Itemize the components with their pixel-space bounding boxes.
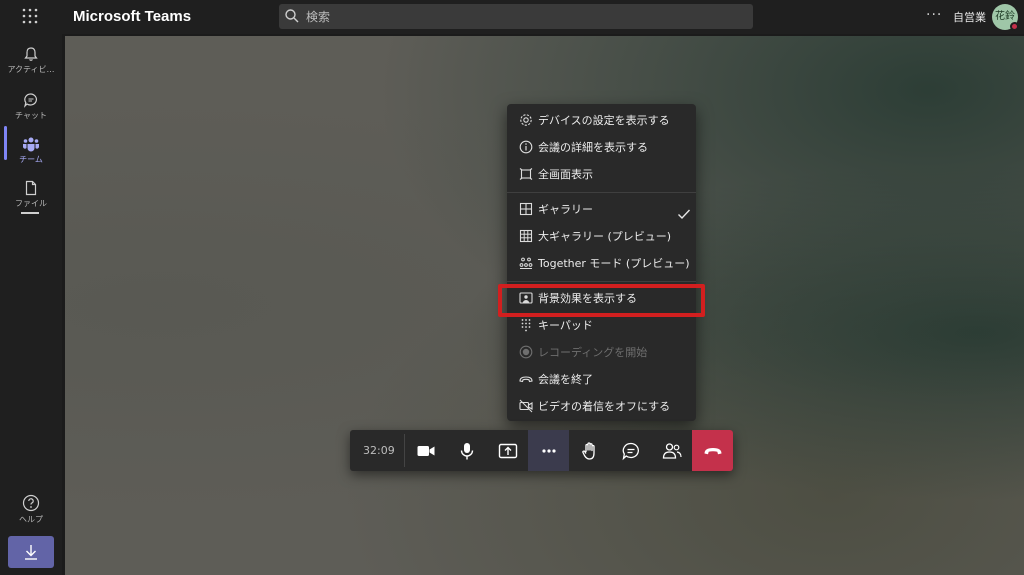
highlight-box bbox=[498, 284, 705, 317]
teams-icon bbox=[0, 136, 62, 152]
presence-badge bbox=[1010, 22, 1019, 31]
menu-separator bbox=[507, 192, 696, 193]
more-actions-menu: デバイスの設定を表示する 会議の詳細を表示する 全画面表示 ギャラリー 大ギャラ… bbox=[507, 104, 696, 421]
rail-item-files[interactable]: ファイル bbox=[0, 172, 62, 216]
rail-divider bbox=[21, 212, 39, 214]
app-rail: アクティビ… チャット チーム ファイル ヘルプ bbox=[0, 34, 62, 575]
title-bar: Microsoft Teams ··· 自営業 花鈴 bbox=[0, 0, 1024, 34]
menu-label-fullscreen: 全画面表示 bbox=[538, 168, 593, 181]
rail-label-help: ヘルプ bbox=[19, 515, 43, 524]
rail-label-teams: チーム bbox=[19, 155, 43, 164]
menu-item-start-recording: レコーディングを開始 bbox=[507, 339, 696, 365]
file-icon bbox=[0, 180, 62, 196]
menu-item-end-meeting[interactable]: 会議を終了 bbox=[507, 366, 696, 392]
more-options-icon[interactable]: ··· bbox=[926, 7, 942, 23]
app-launcher-icon[interactable] bbox=[22, 8, 40, 26]
app-title: Microsoft Teams bbox=[73, 8, 192, 25]
rail-label-chat: チャット bbox=[15, 111, 47, 120]
share-screen-button[interactable] bbox=[487, 430, 528, 471]
call-timer: 32:09 bbox=[363, 444, 395, 457]
menu-label-keypad: キーパッド bbox=[538, 319, 593, 332]
call-controls-bar: 32:09 bbox=[350, 430, 733, 471]
chat-button[interactable] bbox=[610, 430, 651, 471]
help-icon bbox=[0, 494, 62, 512]
rail-item-activity[interactable]: アクティビ… bbox=[0, 38, 62, 82]
avatar-initials: 花鈴 bbox=[995, 11, 1015, 22]
menu-label-large-gallery: 大ギャラリー (プレビュー) bbox=[538, 230, 672, 243]
camera-button[interactable] bbox=[405, 430, 446, 471]
download-button[interactable] bbox=[8, 536, 54, 568]
more-actions-button[interactable] bbox=[528, 430, 569, 471]
menu-label-start-recording: レコーディングを開始 bbox=[538, 346, 648, 359]
menu-separator bbox=[507, 281, 696, 282]
org-name[interactable]: 自営業 bbox=[953, 9, 986, 25]
menu-item-meeting-details[interactable]: 会議の詳細を表示する bbox=[507, 134, 696, 160]
menu-item-turn-off-incoming-video[interactable]: ビデオの着信をオフにする bbox=[507, 393, 696, 419]
microphone-button[interactable] bbox=[446, 430, 487, 471]
menu-item-gallery[interactable]: ギャラリー bbox=[507, 196, 696, 222]
menu-label-gallery: ギャラリー bbox=[538, 203, 593, 216]
menu-item-together-mode[interactable]: Together モード (プレビュー) bbox=[507, 250, 696, 276]
search-box[interactable] bbox=[279, 4, 753, 29]
menu-label-end-meeting: 会議を終了 bbox=[538, 373, 593, 386]
bell-icon bbox=[0, 46, 62, 62]
menu-item-large-gallery[interactable]: 大ギャラリー (プレビュー) bbox=[507, 223, 696, 249]
menu-item-fullscreen[interactable]: 全画面表示 bbox=[507, 161, 696, 187]
rail-item-help[interactable]: ヘルプ bbox=[0, 486, 62, 530]
participants-button[interactable] bbox=[651, 430, 692, 471]
menu-label-together-mode: Together モード (プレビュー) bbox=[538, 257, 690, 270]
chat-icon bbox=[0, 92, 62, 108]
rail-item-chat[interactable]: チャット bbox=[0, 84, 62, 128]
search-input[interactable] bbox=[304, 7, 738, 27]
leave-call-button[interactable] bbox=[692, 430, 733, 471]
search-icon bbox=[284, 8, 300, 24]
menu-label-meeting-details: 会議の詳細を表示する bbox=[538, 141, 648, 154]
rail-label-files: ファイル bbox=[15, 199, 47, 208]
menu-label-turn-off-incoming-video: ビデオの着信をオフにする bbox=[538, 400, 671, 413]
menu-label-device-settings: デバイスの設定を表示する bbox=[538, 114, 670, 127]
rail-label-activity: アクティビ… bbox=[7, 65, 55, 74]
menu-item-device-settings[interactable]: デバイスの設定を表示する bbox=[507, 107, 696, 133]
raise-hand-button[interactable] bbox=[569, 430, 610, 471]
rail-item-teams[interactable]: チーム bbox=[0, 128, 62, 172]
avatar[interactable]: 花鈴 bbox=[992, 4, 1019, 31]
